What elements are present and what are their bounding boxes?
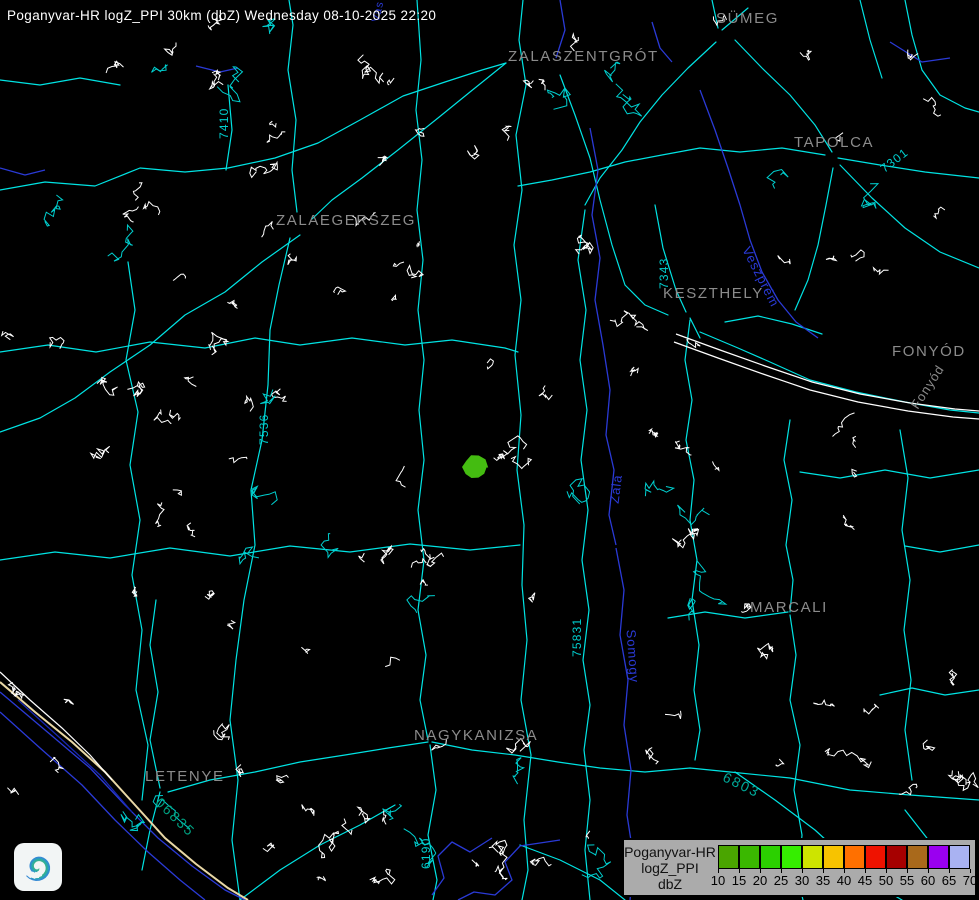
legend-swatch (823, 845, 844, 869)
precipitation-echo (463, 456, 488, 478)
city-label: ZALAEGERSZEG (276, 212, 416, 229)
legend-tick-label: 10 (707, 873, 729, 888)
legend-swatch (781, 845, 802, 869)
balaton-shore-road-layer (0, 334, 979, 780)
legend-tick-label: 15 (728, 873, 750, 888)
legend-tick-label: 65 (938, 873, 960, 888)
product-title: Poganyvar-HR logZ_PPI 30km (dbZ) Wednesd… (7, 8, 436, 23)
city-label: MARCALI (750, 599, 828, 616)
city-label: LETENYE (145, 768, 225, 785)
city-label: FONYÓD (892, 343, 966, 360)
legend-tick-label: 40 (833, 873, 855, 888)
legend-tick-label: 45 (854, 873, 876, 888)
road-number-label: 7410 (217, 108, 231, 140)
legend-swatch (802, 845, 823, 869)
radar-logo (14, 843, 62, 891)
legend-swatch (739, 845, 760, 869)
legend-unit: dbZ (624, 876, 716, 892)
legend-swatch (886, 845, 907, 869)
road-number-label: 7343 (657, 258, 671, 290)
city-label: ZALASZENTGRÓT (508, 48, 659, 65)
legend-tick-label: 50 (875, 873, 897, 888)
legend-product: logZ_PPI (624, 860, 716, 876)
legend-colorscale: 10152025303540455055606570 (718, 845, 970, 891)
legend-text: Poganyvar-HR logZ_PPI dbZ (624, 844, 716, 892)
city-label: TAPOLCA (794, 134, 874, 151)
radar-screen: Poganyvar-HR logZ_PPI 30km (dbZ) Wednesd… (0, 0, 979, 900)
city-label: KESZTHELY (663, 285, 764, 302)
legend-swatch (760, 845, 781, 869)
legend-tick-label: 35 (812, 873, 834, 888)
legend-swatch (865, 845, 886, 869)
legend-swatch (718, 845, 739, 869)
city-label: NAGYKANIZSA (414, 727, 538, 744)
legend-tick-label: 25 (770, 873, 792, 888)
road-number-label: 7536 (257, 414, 271, 446)
road-number-label: 75831 (570, 618, 584, 657)
road-number-label: 6190 (419, 838, 433, 870)
spiral-logo-icon (14, 843, 62, 891)
legend-ticks: 10152025303540455055606570 (718, 869, 970, 891)
legend: Poganyvar-HR logZ_PPI dbZ 10152025303540… (622, 838, 977, 897)
legend-radar-name: Poganyvar-HR (624, 844, 716, 860)
city-label: SÜMEG (716, 10, 779, 27)
legend-tick-label: 70 (959, 873, 979, 888)
legend-tick-label: 60 (917, 873, 939, 888)
legend-tick-label: 20 (749, 873, 771, 888)
legend-swatch (907, 845, 928, 869)
legend-swatch (844, 845, 865, 869)
legend-tick-label: 55 (896, 873, 918, 888)
legend-swatch (928, 845, 949, 869)
radar-echo-layer (463, 456, 488, 478)
legend-tick-label: 30 (791, 873, 813, 888)
legend-colorbar (718, 845, 970, 869)
legend-swatch (949, 845, 970, 869)
